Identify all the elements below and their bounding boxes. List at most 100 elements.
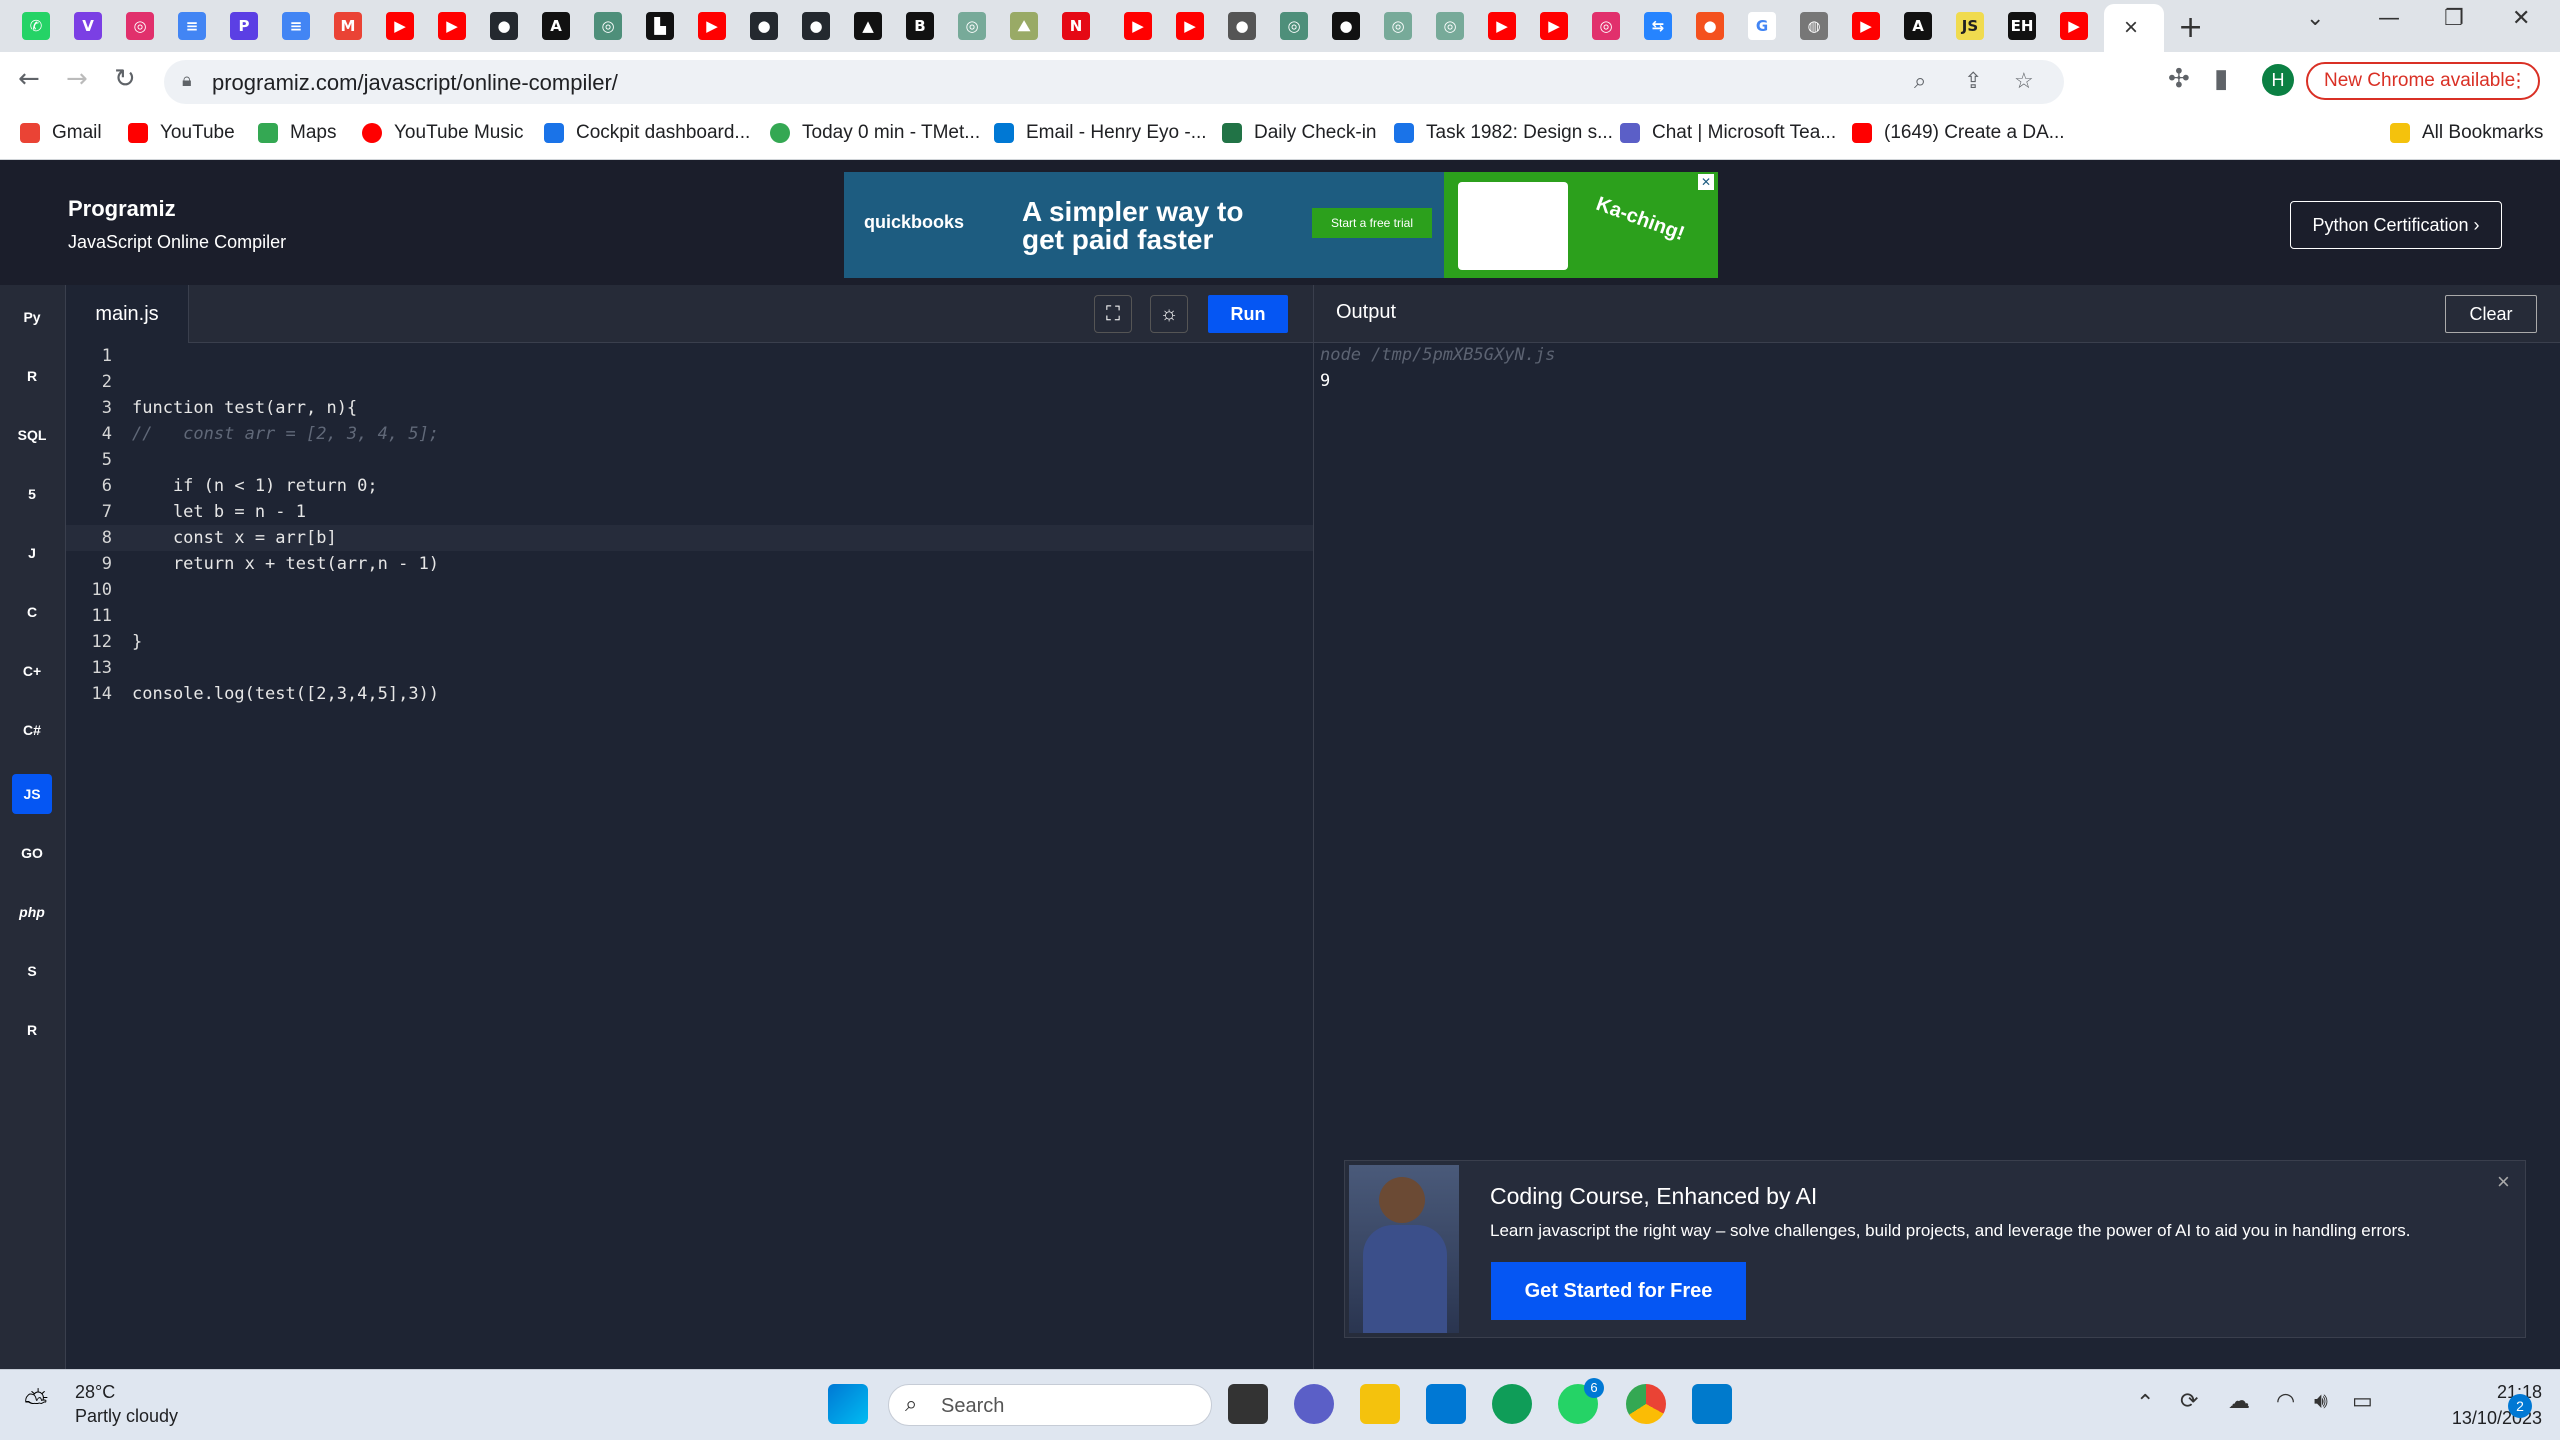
tab-icon[interactable]: A [542,12,570,40]
fullscreen-icon[interactable]: ⛶ [1094,295,1132,333]
github-tab-icon[interactable]: ● [802,12,830,40]
clear-button[interactable]: Clear [2445,295,2537,333]
tab-icon[interactable]: ▲ [854,12,882,40]
tab-icon[interactable]: B [906,12,934,40]
tab-icon[interactable]: ▙ [646,12,674,40]
reload-icon[interactable]: ↻ [114,64,136,94]
code-text[interactable]: if (n < 1) return 0; [132,473,378,499]
github-tab-icon[interactable]: ● [750,12,778,40]
java-icon[interactable]: J [12,533,52,573]
chevron-up-icon[interactable]: ⌃ [2136,1390,2154,1416]
new-tab-icon[interactable]: + [2178,10,2203,45]
youtube-tab-icon[interactable]: ▶ [1540,12,1568,40]
whatsapp-tab-icon[interactable]: ✆ [22,12,50,40]
back-icon[interactable]: ← [18,64,40,94]
ad-close-icon[interactable]: ✕ [1698,174,1714,190]
code-text[interactable]: function test(arr, n){ [132,395,357,421]
address-bar[interactable]: 🔒︎ programiz.com/javascript/online-compi… [164,60,2064,104]
site-info-icon[interactable]: 🔒︎ [182,70,192,91]
youtube-tab-icon[interactable]: ▶ [1488,12,1516,40]
tab-icon[interactable]: ◎ [958,12,986,40]
programiz-logo[interactable]: Programiz [68,196,176,222]
cpp-icon[interactable]: C+ [12,651,52,691]
tab-icon[interactable]: EH [2008,12,2036,40]
youtube-tab-icon[interactable]: ▶ [1124,12,1152,40]
bookmark-gmail[interactable]: Gmail [20,122,102,144]
globe-tab-icon[interactable]: ◍ [1800,12,1828,40]
whatsapp-icon[interactable]: 6 [1558,1378,1604,1424]
bookmark-teams[interactable]: Chat | Microsoft Tea... [1620,122,1836,144]
tab-icon[interactable]: ● [1332,12,1360,40]
sync-icon[interactable]: ⟳ [2180,1388,2198,1414]
share-icon[interactable]: ⇪ [1964,68,1982,94]
bookmark-task[interactable]: Task 1982: Design s... [1394,122,1613,144]
tab-icon[interactable]: ◎ [1436,12,1464,40]
avatar[interactable]: H [2262,64,2294,96]
star-icon[interactable]: ☆ [2014,68,2034,94]
netflix-tab-icon[interactable]: N [1062,12,1090,40]
theme-toggle-icon[interactable]: ☼ [1150,295,1188,333]
tab-icon[interactable]: ⇆ [1644,12,1672,40]
tab-icon[interactable]: ◎ [1384,12,1412,40]
vscode-icon[interactable] [1692,1384,1732,1424]
bookmark-maps[interactable]: Maps [258,122,336,144]
new-chrome-available-button[interactable]: New Chrome available ⋮ [2306,62,2540,100]
tab-icon[interactable]: JS [1956,12,1984,40]
active-tab[interactable]: × [2104,4,2164,52]
taskbar-search[interactable]: ⌕ Search [888,1384,1212,1426]
microsoft-store-icon[interactable] [1426,1384,1466,1424]
github-tab-icon[interactable]: ● [1228,12,1256,40]
c-icon[interactable]: C [12,592,52,632]
tab-icon[interactable]: ◎ [594,12,622,40]
php-icon[interactable]: php [12,892,52,932]
bookmark-tmetric[interactable]: Today 0 min - TMet... [770,122,980,144]
close-icon[interactable]: × [2497,1169,2510,1195]
instagram-tab-icon[interactable]: ◎ [126,12,154,40]
bookmark-cockpit[interactable]: Cockpit dashboard... [544,122,750,144]
tab-icon[interactable]: A [1904,12,1932,40]
get-started-button[interactable]: Get Started for Free [1491,1262,1746,1320]
code-comment[interactable]: // const arr = [2, 3, 4, 5]; [132,421,439,447]
python-certification-button[interactable]: Python Certification › [2290,201,2502,249]
code-text[interactable]: } [132,629,142,655]
zoom-icon[interactable]: ⌕ [1914,68,1926,94]
docs-tab-icon[interactable]: ≡ [178,12,206,40]
bookmark-youtube[interactable]: YouTube [128,122,235,144]
tab-icon[interactable]: ● [1696,12,1724,40]
bookmark-youtube-video[interactable]: (1649) Create a DA... [1852,122,2065,144]
code-text[interactable]: return x + test(arr,n - 1) [132,551,439,577]
url-text[interactable]: programiz.com/javascript/online-compiler… [212,70,618,96]
close-tab-icon[interactable]: × [2124,14,2138,42]
youtube-tab-icon[interactable]: ▶ [386,12,414,40]
notification-count-badge[interactable]: 2 [2508,1394,2532,1418]
youtube-tab-icon[interactable]: ▶ [1176,12,1204,40]
edge-icon[interactable] [1492,1384,1532,1424]
code-text[interactable]: let b = n - 1 [132,499,306,525]
tab-search-chevron-icon[interactable]: ⌄ [2306,6,2324,31]
swift-icon[interactable]: S [12,951,52,991]
volume-icon[interactable]: 🔊︎ [2314,1388,2328,1414]
restore-icon[interactable]: ❐ [2444,6,2464,31]
google-tab-icon[interactable]: G [1748,12,1776,40]
tab-icon[interactable]: ⛰ [1010,12,1038,40]
tab-icon[interactable]: V [74,12,102,40]
bookmark-daily-check-in[interactable]: Daily Check-in [1222,122,1376,144]
code-text[interactable]: console.log(test([2,3,4,5],3)) [132,681,439,707]
go-icon[interactable]: GO [12,833,52,873]
ad-cta-button[interactable]: Start a free trial [1312,208,1432,238]
bookmark-youtube-music[interactable]: YouTube Music [362,122,524,144]
rust-icon[interactable]: R [12,1010,52,1050]
minimize-icon[interactable]: — [2378,6,2400,31]
teams-chat-icon[interactable] [1294,1384,1334,1424]
chrome-icon[interactable] [1626,1384,1666,1424]
youtube-tab-icon[interactable]: ▶ [1852,12,1880,40]
youtube-tab-icon[interactable]: ▶ [2060,12,2088,40]
python-icon[interactable]: Py [12,297,52,337]
github-tab-icon[interactable]: ● [490,12,518,40]
weather-icon[interactable]: ⛅︎ [24,1386,48,1420]
tab-icon[interactable]: P [230,12,258,40]
cloud-icon[interactable]: ☁ [2228,1388,2250,1414]
docs-tab-icon[interactable]: ≡ [282,12,310,40]
html-icon[interactable]: 5 [12,474,52,514]
csharp-icon[interactable]: C# [12,710,52,750]
